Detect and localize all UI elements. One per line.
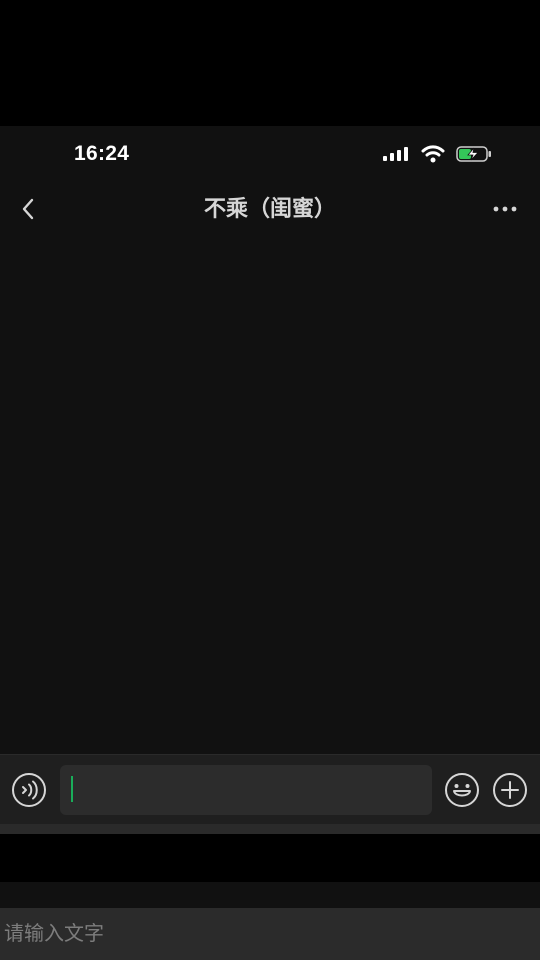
battery-charging-icon — [456, 146, 491, 162]
text-cursor — [71, 776, 73, 802]
voice-icon[interactable] — [11, 772, 47, 808]
status-icons — [382, 144, 492, 164]
signal-icon — [383, 147, 408, 161]
status-bar: 16:24 — [0, 126, 540, 182]
nav-bar: 不乘（闺蜜） — [0, 182, 540, 237]
keyboard-top-strip — [0, 882, 540, 908]
ime-placeholder: 请输入文字 — [4, 921, 104, 945]
status-time: 16:24 — [74, 142, 130, 165]
chat-window: 16:24 不乘（闺蜜） — [0, 126, 540, 826]
divider — [0, 824, 540, 834]
empty-band — [0, 834, 540, 882]
more-button[interactable] — [490, 195, 520, 223]
wifi-icon — [421, 145, 445, 163]
message-list[interactable] — [0, 236, 540, 754]
input-bar — [0, 754, 540, 825]
plus-icon[interactable] — [492, 772, 528, 808]
screen: 16:24 不乘（闺蜜） 请输入文字 — [0, 0, 540, 960]
message-input[interactable] — [60, 765, 432, 815]
ime-input-bar[interactable]: 请输入文字 — [0, 908, 540, 960]
ellipsis-icon — [493, 206, 517, 212]
back-button[interactable] — [14, 195, 42, 223]
chat-title: 不乘（闺蜜） — [203, 197, 336, 222]
emoji-icon[interactable] — [444, 772, 480, 808]
chevron-left-icon — [22, 198, 34, 220]
